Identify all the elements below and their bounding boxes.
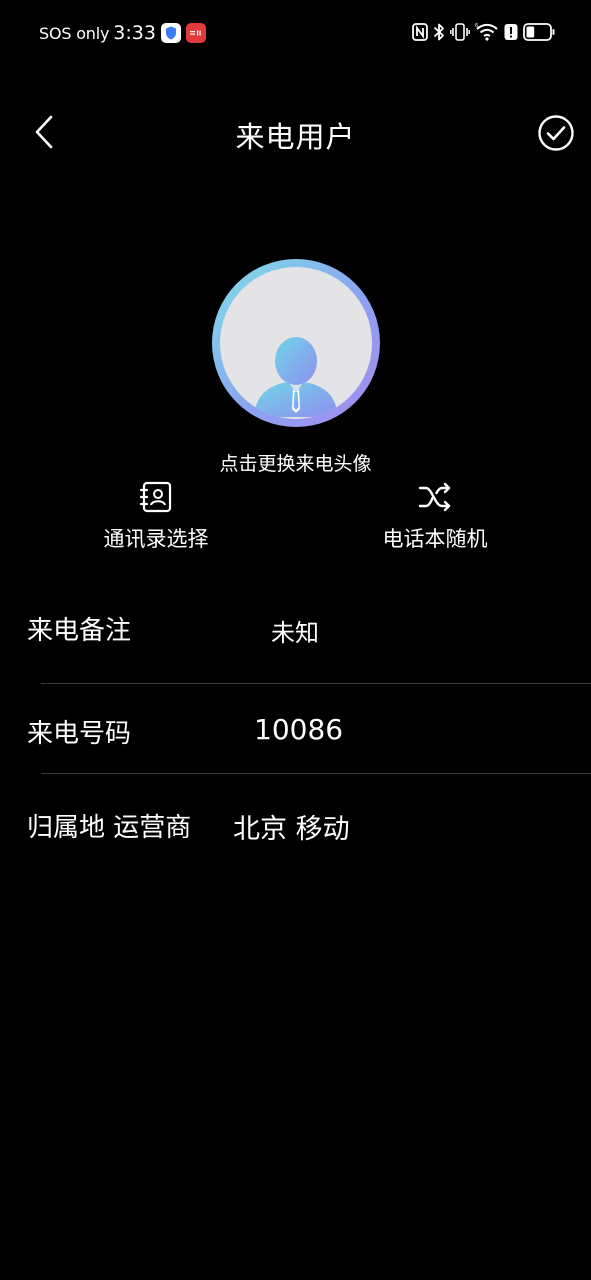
alert-icon xyxy=(504,24,518,40)
shuffle-icon xyxy=(418,482,451,512)
shield-app-icon xyxy=(160,23,181,43)
avatar[interactable] xyxy=(212,259,380,427)
contacts-select-button[interactable]: 通讯录选择 xyxy=(95,480,217,553)
location-label: 归属地 运营商 xyxy=(27,813,192,843)
note-label: 来电备注 xyxy=(27,616,132,646)
status-right: 6 xyxy=(412,22,555,42)
contact-book-icon xyxy=(139,481,172,513)
check-circle-icon xyxy=(538,115,574,151)
sos-text: SOS only xyxy=(39,23,110,43)
svg-text:6: 6 xyxy=(475,23,478,29)
phonebook-random-label: 电话本随机 xyxy=(382,527,488,551)
divider xyxy=(41,683,591,684)
red-app-icon xyxy=(185,23,206,43)
screen: SOS only 3:33 6 来电用户 点击更换来电头像 通讯录选择 电话本随… xyxy=(0,0,591,1280)
wifi-icon: 6 xyxy=(475,23,498,41)
avatar-image xyxy=(220,267,372,419)
note-value[interactable]: 未知 xyxy=(271,613,319,648)
page-title: 来电用户 xyxy=(235,120,356,154)
battery-icon xyxy=(523,23,555,41)
nfc-icon xyxy=(412,23,428,41)
number-value[interactable]: 10086 xyxy=(254,713,343,746)
bluetooth-icon xyxy=(433,23,444,41)
status-time: 3:33 xyxy=(113,22,156,44)
contacts-select-label: 通讯录选择 xyxy=(103,527,209,551)
phonebook-random-button[interactable]: 电话本随机 xyxy=(374,480,496,553)
status-left: SOS only 3:33 xyxy=(39,22,206,44)
number-label: 来电号码 xyxy=(27,719,132,749)
divider xyxy=(41,773,591,774)
status-bar: SOS only 3:33 6 xyxy=(0,0,591,66)
user-avatar-icon xyxy=(254,337,338,417)
location-value[interactable]: 北京 移动 xyxy=(233,807,350,846)
confirm-button[interactable] xyxy=(537,114,575,152)
change-avatar-label[interactable]: 点击更换来电头像 xyxy=(0,449,591,476)
vibrate-icon xyxy=(450,23,470,41)
